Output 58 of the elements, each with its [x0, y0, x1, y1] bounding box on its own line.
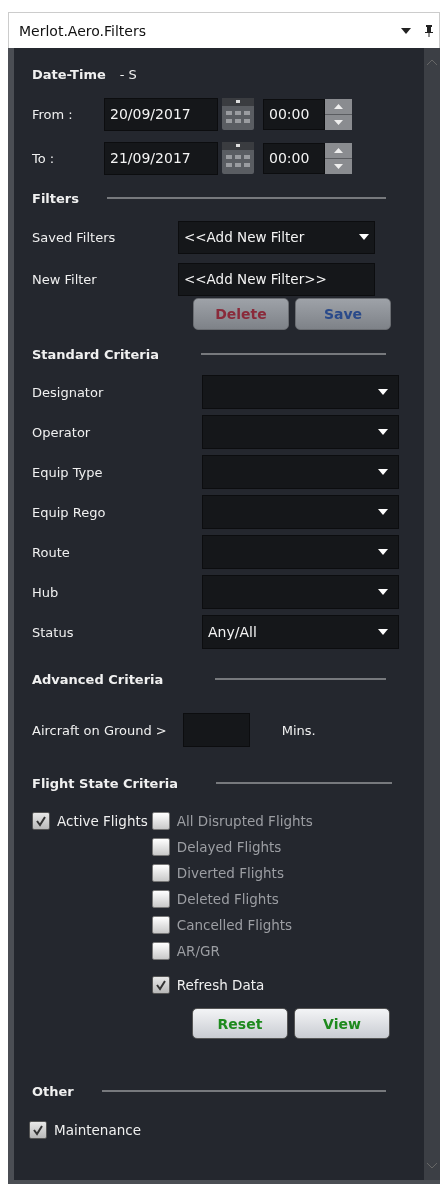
caret-icon [359, 234, 369, 240]
field-label: Designator [32, 384, 105, 400]
caret-icon [378, 629, 388, 635]
saved-filters-dropdown[interactable]: <<Add New Filter [178, 220, 375, 254]
caret-icon [378, 429, 388, 435]
caret-icon [378, 469, 388, 475]
spinner-icon[interactable] [325, 98, 352, 130]
field-label: To : [32, 150, 56, 166]
criteria-dropdown[interactable]: Any/All [202, 615, 399, 649]
checkbox-label: Deleted Flights [176, 891, 279, 907]
checkbox-label: Diverted Flights [176, 865, 284, 881]
field-label: Status [32, 624, 75, 640]
check-icon [154, 979, 167, 991]
calendar-icon[interactable] [222, 142, 254, 174]
field-label: Hub [32, 584, 60, 600]
time-field[interactable]: 00:00 [263, 142, 325, 174]
new-filter-field[interactable]: <<Add New Filter>> [178, 262, 375, 296]
checkbox-label: All Disrupted Flights [176, 813, 313, 829]
minutes-field[interactable] [182, 713, 250, 747]
field-label: Saved Filters [32, 229, 117, 245]
caret-icon [378, 549, 388, 555]
checkbox-label: Cancelled Flights [176, 917, 293, 933]
section-heading: Advanced Criteria [32, 671, 164, 687]
date-field[interactable]: 20/09/2017 [104, 97, 218, 131]
field-label: Route [32, 544, 71, 560]
checkbox-label: Maintenance [54, 1122, 141, 1138]
check-icon [35, 815, 47, 827]
checkbox[interactable] [32, 812, 50, 830]
checkbox[interactable] [29, 1121, 47, 1139]
section-heading: Filters [32, 190, 79, 206]
checkbox-label: AR/GR [176, 943, 220, 959]
field-label: Equip Type [32, 464, 104, 480]
time-field[interactable]: 00:00 [263, 98, 325, 130]
caret-icon [378, 589, 388, 595]
section-heading: Other [32, 1083, 74, 1099]
checkbox-label: Active Flights [57, 813, 148, 829]
field-label: From : [32, 106, 74, 122]
checkbox-label: Refresh Data [176, 977, 265, 993]
dropdown-icon[interactable] [401, 27, 411, 34]
field-label: Equip Rego [32, 504, 107, 520]
field-label: Operator [32, 424, 92, 440]
spinner-icon[interactable] [325, 142, 352, 174]
date-field[interactable]: 21/09/2017 [104, 141, 218, 175]
calendar-icon[interactable] [222, 98, 254, 130]
caret-icon [378, 509, 388, 515]
section-heading: Standard Criteria [32, 346, 159, 362]
field-label: New Filter [32, 271, 98, 287]
caret-icon [378, 389, 388, 395]
heading-suffix: - S [119, 66, 137, 82]
unit-label: Mins. [281, 722, 316, 738]
checkbox[interactable] [151, 976, 170, 994]
pin-icon[interactable] [425, 24, 433, 37]
field-label: Aircraft on Ground > [32, 722, 167, 738]
checkbox-label: Delayed Flights [176, 839, 282, 855]
section-heading: Date-Time [32, 66, 106, 82]
check-icon [32, 1124, 44, 1136]
window-title: Merlot.Aero.Filters [19, 22, 147, 39]
section-heading: Flight State Criteria [32, 775, 179, 791]
